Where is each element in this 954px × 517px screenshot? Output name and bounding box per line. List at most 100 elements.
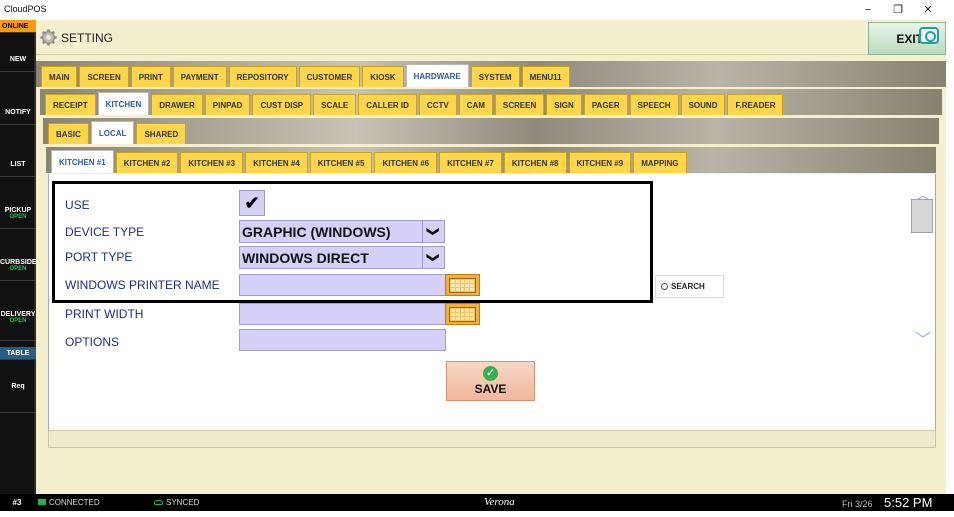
sidebar-item-delivery[interactable]: DELIVERY OPEN [0,281,36,341]
chevron-down-icon[interactable]: ❯ [422,221,444,242]
keyboard-icon[interactable] [445,303,480,325]
monitor-icon [38,499,46,505]
sidebar: ONLINE NEW NOTIFY LIST PICKUP OPEN CURBSI… [0,20,37,494]
tab-screen[interactable]: SCREEN [79,66,129,87]
tab-customer[interactable]: CUSTOMER [298,66,361,87]
sidebar-item-label: TABLE [6,350,30,357]
store-location: Verona [484,496,515,508]
sidebar-item-label: Req [11,383,25,390]
tab-kitchen-5[interactable]: KITCHEN #5 [309,152,373,173]
port-type-select[interactable]: WINDOWS DIRECT ❯ [239,246,445,269]
tab-kitchen-3[interactable]: KITCHEN #3 [180,152,244,173]
search-button[interactable]: SEARCH [655,275,724,298]
restore-button[interactable]: ❐ [888,2,908,18]
gear-icon [40,29,57,46]
sidebar-item-label: PICKUP [4,207,32,214]
tab-kitchen-7[interactable]: KITCHEN #7 [439,152,502,173]
port-type-value: WINDOWS DIRECT [242,250,369,266]
minimize-button[interactable]: − [858,2,878,18]
panel-footer [48,430,936,448]
chevron-down-icon[interactable]: ❯ [422,247,444,268]
tab-kitchen-4[interactable]: KITCHEN #4 [245,152,308,173]
kitchen-tab-row: BASIC LOCAL SHARED [43,118,939,144]
tab-kiosk[interactable]: KIOSK [362,66,404,87]
tab-kitchen-9[interactable]: KITCHEN #9 [568,152,632,173]
tab-repository[interactable]: REPOSITORY [228,66,297,87]
sync-label: SYNCED [166,498,200,507]
tab-payment[interactable]: PAYMENT [172,66,227,87]
save-label: SAVE [474,382,507,396]
sidebar-item-pickup[interactable]: PICKUP OPEN [0,177,36,229]
search-label: SEARCH [671,282,705,291]
sidebar-item-list[interactable]: LIST [0,125,36,177]
connection-status: CONNECTED [38,498,100,507]
device-type-label: DEVICE TYPE [65,225,145,239]
tab-drawer[interactable]: DRAWER [151,94,203,115]
tab-cust-disp[interactable]: CUST DISP [252,94,312,115]
tab-main[interactable]: MAIN [41,66,78,87]
search-icon [661,283,668,290]
app-window: CloudPOS − ❐ ✕ ONLINE NEW NOTIFY LIST PI… [0,0,954,517]
tab-pinpad[interactable]: PINPAD [204,94,251,115]
chevron-glyph: ❯ [427,226,441,237]
printer-name-input[interactable] [239,274,447,296]
save-button[interactable]: ✓ SAVE [446,361,535,401]
close-button[interactable]: ✕ [918,2,938,18]
sidebar-item-table[interactable]: TABLE [0,347,36,360]
tab-mapping[interactable]: MAPPING [633,152,687,173]
tab-kitchen-2[interactable]: KITCHEN #2 [115,152,179,173]
use-checkbox[interactable]: ✔ [239,190,265,216]
tab-pager[interactable]: PAGER [583,94,628,115]
kitchen-printer-form: USE ✔ DEVICE TYPE GRAPHIC (WINDOWS) ❯ PO… [48,174,936,430]
sidebar-item-curbside[interactable]: CURBSIDE OPEN [0,229,37,281]
status-date: Fri 3/26 [842,499,873,509]
tab-screen[interactable]: SCREEN [494,94,545,115]
tab-sign[interactable]: SIGN [546,94,582,115]
port-type-label: PORT TYPE [65,250,133,264]
tab-kitchen[interactable]: KITCHEN [97,92,150,115]
tab-kitchen-8[interactable]: KITCHEN #8 [503,152,567,173]
tab-kitchen-1[interactable]: KITCHEN #1 [51,150,114,173]
tab-caller-id[interactable]: CALLER ID [358,94,417,115]
sidebar-item-label: NEW [9,56,27,63]
device-type-value: GRAPHIC (WINDOWS) [242,224,391,240]
tab-menu11[interactable]: MENU11 [521,66,570,87]
use-label: USE [65,198,90,212]
tab-local[interactable]: LOCAL [90,121,135,144]
tab-sound[interactable]: SOUND [680,94,726,115]
tab-kitchen-6[interactable]: KITCHEN #6 [374,152,438,173]
tab-f-reader[interactable]: F.READER [727,94,784,115]
cloud-icon [154,500,163,505]
sidebar-item-req[interactable]: Req [0,360,36,413]
sidebar-item-new[interactable]: NEW [0,33,36,72]
tab-speech[interactable]: SPEECH [629,94,679,115]
tab-cam[interactable]: CAM [458,94,493,115]
online-status-badge: ONLINE [0,20,36,33]
print-width-input[interactable] [239,303,447,325]
connection-label: CONNECTED [49,498,100,507]
tab-receipt[interactable]: RECEIPT [45,94,96,115]
options-label: OPTIONS [65,335,120,349]
exit-button[interactable]: EXIT [868,22,946,55]
keyboard-icon[interactable] [445,274,480,296]
pickup-open-status: OPEN [9,214,27,220]
header-bar: SETTING EXIT [36,20,946,55]
hardware-tab-row: RECEIPT KITCHEN DRAWER PINPAD CUST DISP SCALE… [40,89,942,115]
tab-basic[interactable]: BASIC [48,123,89,144]
options-input[interactable] [239,329,446,351]
window-title: CloudPOS [4,4,47,14]
tab-scale[interactable]: SCALE [313,94,357,115]
kitchen-printer-tab-row: KITCHEN #1 KITCHEN #2 KITCHEN #3 KITCHEN #4… [46,147,936,173]
device-type-select[interactable]: GRAPHIC (WINDOWS) ❯ [239,220,445,243]
status-time: 5:52 PM [884,495,933,510]
scrollbar-thumb[interactable] [911,199,933,233]
scroll-down-icon[interactable]: ﹀ [915,326,931,350]
tab-print[interactable]: PRINT [130,66,171,87]
tab-hardware[interactable]: HARDWARE [405,64,469,87]
sidebar-item-notify[interactable]: NOTIFY [0,72,36,125]
tab-system[interactable]: SYSTEM [470,66,520,87]
tab-shared[interactable]: SHARED [136,123,187,144]
printer-name-label: WINDOWS PRINTER NAME [65,278,220,292]
camera-icon[interactable] [919,27,939,44]
tab-cctv[interactable]: CCTV [418,94,457,115]
